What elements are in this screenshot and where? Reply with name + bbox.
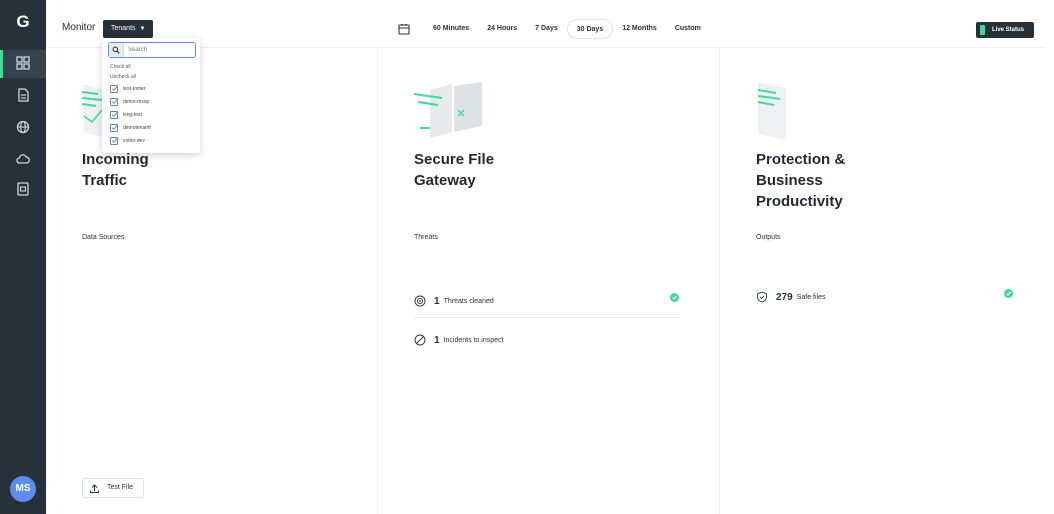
checkbox-checked-icon[interactable]	[110, 97, 118, 106]
dashboard-icon[interactable]	[15, 56, 31, 72]
report-icon[interactable]	[15, 182, 31, 198]
tenant-option-label: king-test	[123, 111, 142, 118]
secure-file-gateway-panel: Secure File Gateway Threats 1 Threats cl…	[378, 48, 720, 514]
threats-cleaned-metric[interactable]: 1 Threats cleaned	[414, 293, 494, 309]
tenant-option[interactable]: demotenantf	[110, 123, 151, 132]
time-range-selector: 60 Minutes 24 Hours 7 Days 30 Days 12 Mo…	[398, 19, 710, 39]
tenant-search-input[interactable]	[124, 44, 192, 56]
checkbox-checked-icon[interactable]	[110, 123, 118, 132]
metric-divider	[414, 317, 680, 318]
cloud-icon[interactable]	[15, 152, 31, 168]
threats-cleaned-label: Threats cleaned	[443, 297, 494, 305]
caret-down-icon: ▼	[139, 26, 146, 32]
tenant-option[interactable]: votiro-dev	[110, 136, 145, 145]
panel-title-incoming-traffic: Incoming Traffic	[82, 149, 282, 191]
tenant-option-label: demotenantf	[123, 124, 151, 131]
panel-title-line: Business	[756, 172, 823, 189]
panel-title-protection: Protection & Business Productivity	[756, 149, 956, 212]
user-avatar[interactable]: MS	[10, 476, 36, 502]
panel-title-line: Protection &	[756, 151, 846, 168]
range-option-30-days[interactable]: 30 Days	[566, 19, 614, 39]
scan-target-icon	[414, 295, 426, 307]
tenants-button-label: Tenants	[111, 25, 136, 32]
tenants-dropdown-menu: Check all Uncheck all test-tomer demo-ms…	[102, 38, 200, 153]
page-title: Monitor	[62, 22, 96, 33]
document-icon[interactable]	[15, 88, 31, 104]
incoming-traffic-panel: Incoming Traffic Data Sources Test File	[46, 48, 378, 514]
live-indicator-icon	[980, 25, 985, 35]
tenant-option[interactable]: king-test	[110, 110, 142, 119]
threats-cleaned-value: 1	[434, 295, 440, 307]
data-sources-label: Data Sources	[82, 234, 125, 241]
blocked-icon	[414, 334, 426, 346]
checkbox-checked-icon[interactable]	[110, 136, 118, 145]
threats-label: Threats	[414, 234, 438, 241]
tenant-search-box	[108, 42, 196, 58]
panel-title-line: Productivity	[756, 193, 843, 210]
safe-files-label: Safe files	[796, 293, 826, 301]
app-logo[interactable]: G	[13, 12, 33, 32]
test-file-label: Test File	[107, 484, 134, 491]
live-status-button[interactable]: Live Status	[976, 22, 1034, 38]
shield-check-icon	[757, 291, 767, 303]
tenants-dropdown-button[interactable]: Tenants ▼	[103, 20, 154, 38]
safe-files-value: 279	[776, 291, 793, 303]
incidents-value: 1	[434, 334, 440, 346]
range-option-60-minutes[interactable]: 60 Minutes	[424, 19, 478, 39]
range-option-7-days[interactable]: 7 Days	[526, 19, 567, 39]
range-option-12-months[interactable]: 12 Months	[613, 19, 666, 39]
secure-gateway-illustration	[413, 82, 482, 138]
panel-title-line: Gateway	[414, 172, 476, 189]
calendar-icon[interactable]	[398, 23, 410, 35]
test-file-button[interactable]: Test File	[82, 478, 145, 498]
incidents-metric[interactable]: 1 Incidents to inspect	[414, 332, 504, 348]
checkbox-checked-icon[interactable]	[110, 110, 118, 119]
tenant-option-label: test-tomer	[123, 85, 146, 92]
tenant-option-label: votiro-dev	[123, 137, 145, 144]
range-option-24-hours[interactable]: 24 Hours	[478, 19, 526, 39]
incidents-label: Incidents to inspect	[443, 336, 504, 344]
live-status-label: Live Status	[992, 27, 1025, 33]
safe-files-metric[interactable]: 279 Safe files	[756, 289, 825, 305]
upload-icon	[90, 483, 99, 493]
outputs-label: Outputs	[756, 234, 781, 241]
panel-title-secure-file-gateway: Secure File Gateway	[414, 149, 614, 191]
tenant-option[interactable]: test-tomer	[110, 84, 146, 93]
range-option-custom[interactable]: Custom	[666, 19, 710, 39]
tenant-option-label: demo-mssp	[123, 98, 150, 105]
uncheck-all-link[interactable]: Uncheck all	[110, 74, 136, 80]
checkbox-checked-icon[interactable]	[110, 84, 118, 93]
globe-icon[interactable]	[15, 120, 31, 136]
panel-title-line: Secure File	[414, 151, 495, 168]
check-circle-icon	[670, 293, 679, 302]
search-icon	[109, 43, 124, 57]
sidebar: G MS	[0, 0, 46, 514]
tenant-option[interactable]: demo-mssp	[110, 97, 149, 106]
protection-illustration	[757, 82, 786, 140]
protection-productivity-panel: Protection & Business Productivity Outpu…	[720, 48, 1044, 514]
check-all-link[interactable]: Check all	[110, 64, 131, 70]
panel-title-line: Traffic	[82, 172, 128, 189]
check-circle-icon	[1004, 289, 1013, 298]
